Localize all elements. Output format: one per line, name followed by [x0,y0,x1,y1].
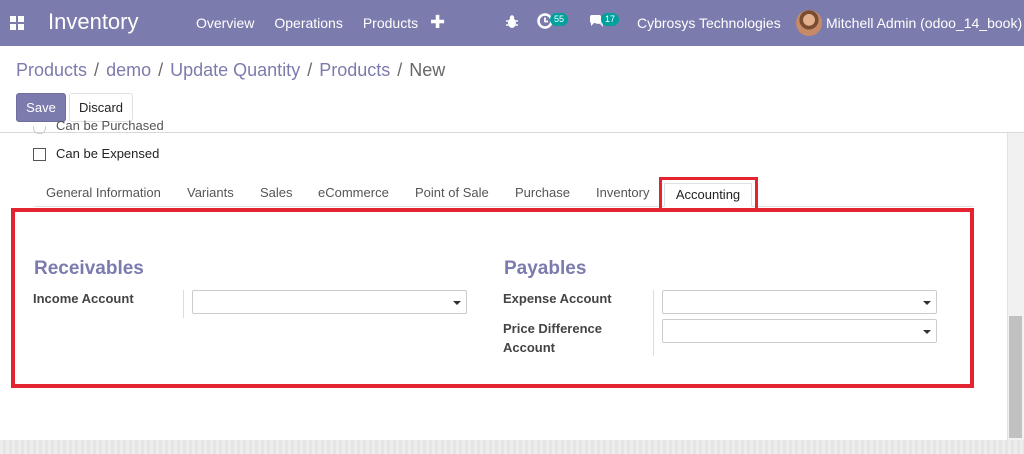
chat-badge: 17 [601,13,620,26]
breadcrumb: Products / demo / Update Quantity / Prod… [16,60,445,81]
menu-item-products[interactable]: Products [363,15,418,31]
tab-sales[interactable]: Sales [260,185,293,200]
apps-menu-icon[interactable] [10,16,24,30]
tab-highlight-box [659,177,758,212]
breadcrumb-current: New [409,60,446,80]
breadcrumb-update-quantity[interactable]: Update Quantity [170,60,300,81]
plus-icon[interactable]: ✚ [430,12,445,33]
purchased-label-text: Can be Purchased [56,120,164,133]
breadcrumb-separator: / [397,60,403,80]
tabs-underline [34,206,974,207]
company-switcher[interactable]: Cybrosys Technologies [637,15,781,31]
bug-icon[interactable] [505,14,519,30]
main-menu: Overview Operations Products [196,15,438,31]
expensed-label: Can be Expensed [56,146,160,161]
breadcrumb-products[interactable]: Products [16,60,87,81]
user-menu[interactable]: Mitchell Admin (odoo_14_book) [826,15,1022,31]
tab-inventory[interactable]: Inventory [596,185,649,200]
save-button[interactable]: Save [16,93,66,122]
top-navbar: Inventory Overview Operations Products ✚… [0,0,1024,46]
menu-item-operations[interactable]: Operations [274,15,342,31]
discard-button[interactable]: Discard [69,93,133,122]
activity-badge: 55 [550,13,569,26]
purchased-label: Can be Purchased [56,120,164,133]
tab-point-of-sale[interactable]: Point of Sale [415,185,489,200]
breadcrumb-separator: / [158,60,164,80]
tab-general-information[interactable]: General Information [46,185,161,200]
expensed-checkbox[interactable] [33,148,46,161]
user-avatar[interactable] [796,10,822,36]
app-title[interactable]: Inventory [48,9,139,35]
accounting-panel-highlight-box [11,208,974,388]
breadcrumb-separator: / [307,60,313,80]
tab-variants[interactable]: Variants [187,185,234,200]
breadcrumb-separator: / [94,60,100,80]
bottom-bar [0,440,1024,454]
breadcrumb-demo[interactable]: demo [106,60,151,81]
tab-purchase[interactable]: Purchase [515,185,570,200]
breadcrumb-products-2[interactable]: Products [319,60,390,81]
tab-ecommerce[interactable]: eCommerce [318,185,389,200]
menu-item-overview[interactable]: Overview [196,15,254,31]
scrollbar-thumb[interactable] [1009,316,1022,438]
